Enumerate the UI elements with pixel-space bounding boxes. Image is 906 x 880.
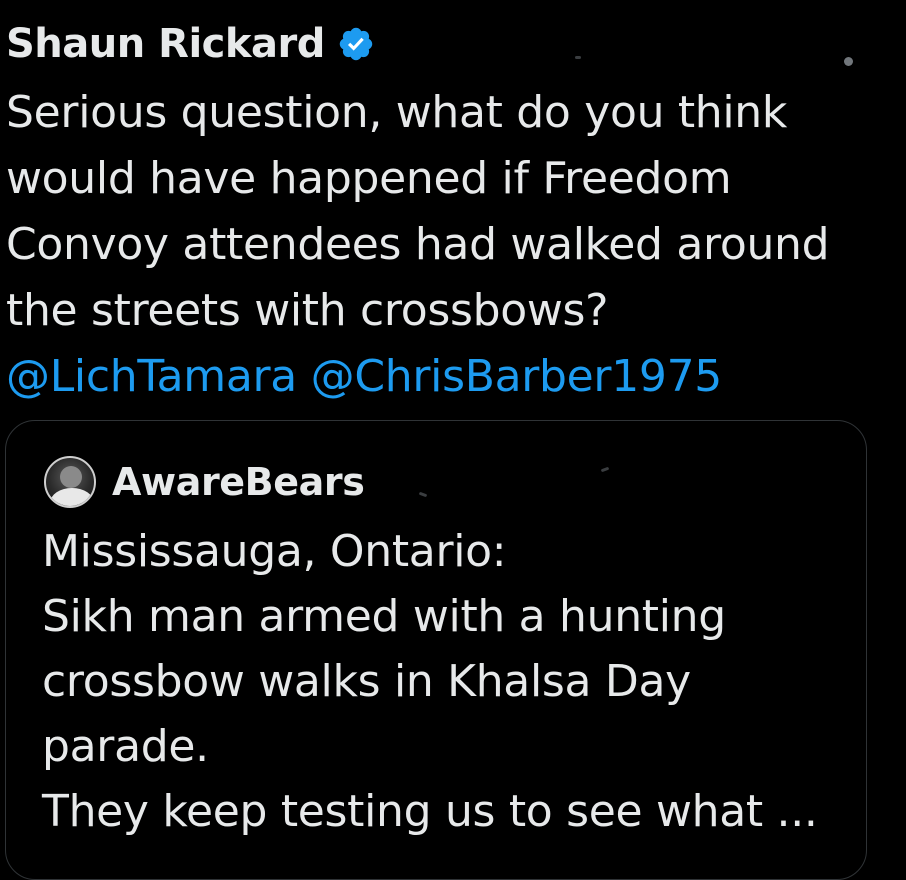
more-options-icon[interactable] [844, 57, 853, 66]
handle-fragment [600, 466, 610, 473]
quoted-tweet-header: AwareBears [44, 456, 365, 508]
handle-fragment [575, 56, 581, 59]
quoted-text-line: parade. [42, 721, 209, 772]
quoted-text-line: Mississauga, Ontario: [42, 526, 507, 577]
tweet-text-line: Serious question, what do you think [6, 87, 788, 138]
mention-link-lichtamara[interactable]: @LichTamara [6, 351, 297, 402]
tweet-body: Serious question, what do you think woul… [6, 80, 886, 410]
mention-link-chrisbarber[interactable]: @ChrisBarber1975 [311, 351, 723, 402]
tweet-text-line: Convoy attendees had walked around [6, 219, 830, 270]
quoted-author-name[interactable]: AwareBears [112, 460, 365, 504]
quoted-tweet-body: Mississauga, Ontario: Sikh man armed wit… [42, 519, 862, 844]
quoted-author-avatar[interactable] [44, 456, 96, 508]
tweet-author-name[interactable]: Shaun Rickard [6, 21, 325, 67]
tweet-mentions: @LichTamara @ChrisBarber1975 [6, 344, 886, 410]
handle-fragment [418, 491, 428, 498]
tweet-author-row: Shaun Rickard [6, 14, 375, 74]
quoted-tweet-card[interactable]: AwareBears Mississauga, Ontario: Sikh ma… [5, 420, 867, 880]
quoted-text-line: Sikh man armed with a hunting [42, 591, 726, 642]
quoted-text-line: They keep testing us to see what ... [42, 786, 818, 837]
quoted-text-line: crossbow walks in Khalsa Day [42, 656, 691, 707]
tweet-text-line: the streets with crossbows? [6, 285, 609, 336]
tweet-text-line: would have happened if Freedom [6, 153, 732, 204]
verified-badge-icon[interactable] [337, 25, 375, 63]
